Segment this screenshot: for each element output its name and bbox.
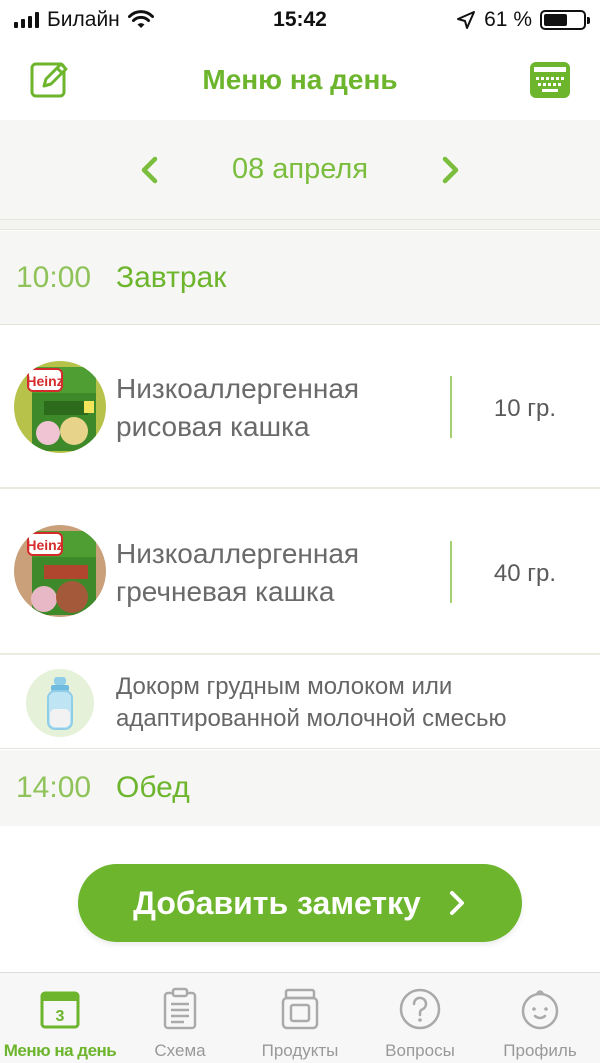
jar-icon — [281, 988, 319, 1030]
meal-name: Завтрак — [116, 260, 227, 294]
current-date[interactable]: 08 апреля — [232, 153, 368, 186]
meal-name: Обед — [116, 771, 190, 804]
keyboard-icon[interactable] — [528, 58, 572, 102]
question-icon — [399, 988, 441, 1030]
cereal-box-icon: Heinz — [14, 361, 106, 453]
baby-face-icon — [521, 990, 559, 1030]
battery-icon — [540, 10, 590, 30]
navigation-bar: Меню на день — [0, 40, 600, 120]
battery-percent: 61 % — [484, 8, 532, 31]
meal-time: 10:00 — [16, 260, 92, 294]
food-item[interactable]: Heinz Низкоаллергенная рисовая кашка 10 … — [0, 325, 600, 489]
date-selector: 08 апреля — [0, 120, 600, 220]
tab-scheme[interactable]: Схема — [120, 973, 240, 1063]
chevron-right-icon[interactable] — [432, 152, 468, 188]
tab-label: Вопросы — [385, 1041, 455, 1060]
divider — [450, 541, 452, 603]
section-divider — [0, 220, 600, 230]
calendar-badge: 3 — [56, 1008, 65, 1025]
chevron-left-icon[interactable] — [132, 152, 168, 188]
food-item[interactable]: Heinz Низкоаллергенная гречневая кашка 4… — [0, 489, 600, 655]
carrier-label: Билайн — [47, 8, 120, 31]
edit-icon[interactable] — [28, 58, 72, 102]
wifi-icon — [127, 10, 154, 28]
food-name: Низкоаллергенная рисовая кашка — [116, 373, 360, 442]
signal-icon — [14, 12, 39, 28]
divider — [450, 376, 452, 438]
food-name: Низкоаллергенная гречневая кашка — [116, 538, 360, 607]
status-time: 15:42 — [273, 8, 327, 31]
page-title: Меню на день — [202, 64, 398, 95]
meal-note[interactable]: Докорм грудным молоком или адаптированно… — [0, 655, 600, 749]
tab-bar: 3 Меню на день Схема Продукты Вопросы Пр… — [0, 972, 600, 1063]
food-amount[interactable]: 40 гр. — [470, 560, 580, 588]
location-arrow-icon — [457, 11, 476, 29]
tab-menu-of-day[interactable]: 3 Меню на день — [0, 973, 120, 1063]
tab-label: Схема — [154, 1041, 206, 1060]
meal-time: 14:00 — [16, 771, 92, 804]
meal-header-breakfast[interactable]: 10:00 Завтрак — [0, 231, 600, 325]
status-right: 61 % — [456, 8, 590, 32]
tab-questions[interactable]: Вопросы — [360, 973, 480, 1063]
brand-logo: Heinz — [26, 373, 63, 389]
tab-label: Профиль — [503, 1041, 577, 1060]
chevron-right-icon — [449, 891, 464, 915]
calendar-icon: 3 — [40, 991, 80, 1029]
tab-label: Продукты — [261, 1041, 339, 1060]
cereal-box-icon: Heinz — [14, 525, 106, 617]
tab-products[interactable]: Продукты — [240, 973, 360, 1063]
add-note-label: Добавить заметку — [133, 884, 421, 921]
clipboard-icon — [163, 987, 197, 1030]
tab-profile[interactable]: Профиль — [480, 973, 600, 1063]
brand-logo: Heinz — [26, 537, 63, 553]
add-note-button[interactable]: Добавить заметку — [78, 864, 522, 942]
battery-level — [544, 14, 568, 26]
status-bar: Билайн 15:42 61 % — [0, 0, 600, 40]
baby-bottle-icon — [26, 669, 94, 737]
tab-label: Меню на день — [3, 1041, 117, 1060]
note-text: Докорм грудным молоком или адаптированно… — [116, 673, 507, 732]
food-amount[interactable]: 10 гр. — [470, 395, 580, 423]
status-left: Билайн — [14, 8, 154, 32]
meal-header-lunch[interactable]: 14:00 Обед — [0, 750, 600, 826]
